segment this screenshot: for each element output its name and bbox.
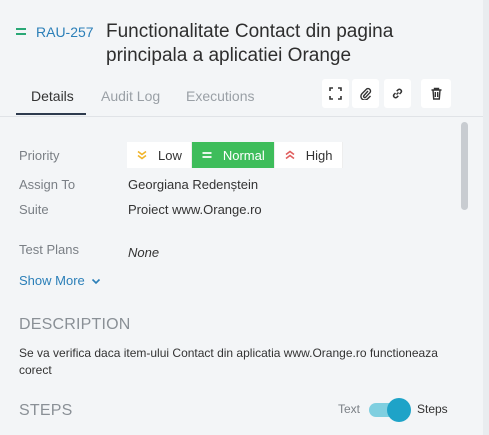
issue-title: Functionalitate Contact din pagina princ… — [106, 21, 394, 66]
delete-button[interactable] — [421, 79, 451, 108]
chevron-double-up-icon — [285, 150, 295, 160]
toggle-text-label: Text — [338, 402, 361, 416]
attach-button[interactable] — [352, 79, 379, 108]
panel-edge — [483, 0, 489, 435]
chevron-double-down-icon — [137, 150, 147, 160]
issue-key[interactable]: RAU-257 — [36, 24, 94, 40]
tab-details[interactable]: Details — [31, 88, 74, 104]
description-text: Se va verifica daca item-ului Contact di… — [19, 346, 438, 377]
suite-value[interactable]: Proiect www.Orange.ro — [128, 202, 262, 217]
priority-normal-label: Normal — [222, 147, 265, 163]
copy-link-button[interactable] — [384, 79, 411, 108]
fullscreen-button[interactable] — [322, 79, 349, 108]
test-plans-label: Test Plans — [19, 242, 79, 257]
suite-label: Suite — [19, 202, 49, 217]
active-tab-indicator — [16, 113, 86, 115]
steps-heading: STEPS — [19, 402, 73, 419]
tab-executions[interactable]: Executions — [186, 88, 254, 104]
chevron-down-icon — [91, 278, 100, 284]
show-more-link[interactable]: Show More — [19, 273, 101, 288]
priority-high-label: High — [305, 147, 333, 163]
scrollbar-thumb[interactable] — [461, 122, 468, 210]
priority-low-button[interactable]: Low — [127, 142, 192, 168]
priority-label: Priority — [19, 148, 60, 163]
priority-low-label: Low — [158, 147, 182, 163]
assign-to-label: Assign To — [19, 177, 76, 192]
test-case-header: RAU-257 Functionalitate Contact din pagi… — [0, 0, 489, 117]
link-icon — [392, 88, 403, 99]
priority-high-button[interactable]: High — [274, 142, 343, 168]
fullscreen-icon — [329, 87, 342, 100]
paperclip-icon — [360, 87, 372, 100]
tab-audit-log[interactable]: Audit Log — [101, 88, 160, 104]
details-content: Priority Low Normal High Assign To Georg… — [0, 117, 489, 435]
trash-icon — [431, 87, 441, 100]
show-more-label: Show More — [19, 273, 85, 288]
assign-to-value[interactable]: Georgiana Redenștein — [128, 177, 258, 192]
test-case-panel: RAU-257 Functionalitate Contact din pagi… — [0, 0, 489, 435]
description-heading: DESCRIPTION — [19, 316, 131, 333]
equals-icon — [16, 28, 26, 36]
equals-icon — [202, 152, 212, 158]
steps-toggle-knob[interactable] — [387, 398, 411, 422]
priority-normal-button[interactable]: Normal — [191, 142, 275, 168]
toggle-steps-label: Steps — [417, 402, 448, 416]
priority-selector: Low Normal High — [127, 142, 343, 168]
test-plans-value: None — [128, 245, 160, 260]
